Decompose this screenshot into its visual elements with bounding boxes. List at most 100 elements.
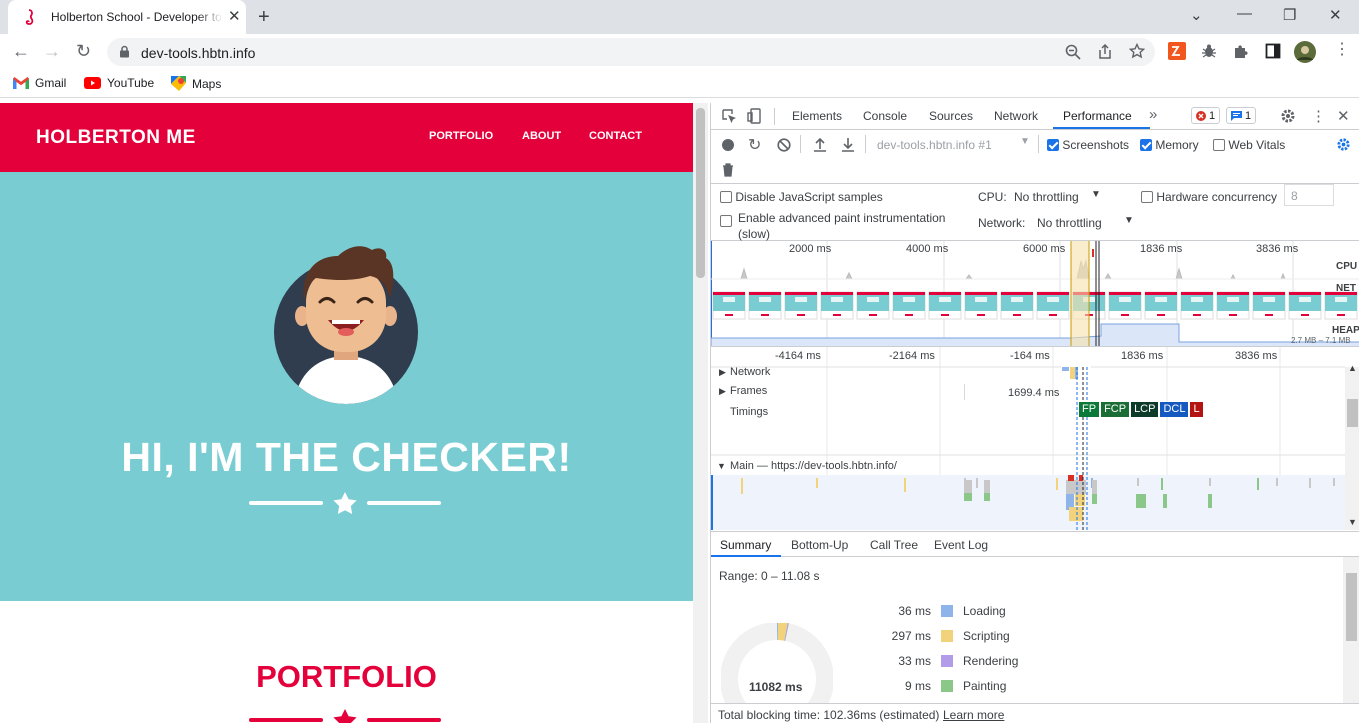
bookmark-maps[interactable]: Maps <box>171 76 221 91</box>
learn-more-link[interactable]: Learn more <box>943 708 1004 722</box>
close-window-icon[interactable]: ✕ <box>1329 6 1342 24</box>
frames-track-expand-icon[interactable]: ▶ <box>719 386 726 397</box>
back-icon[interactable]: ← <box>12 42 30 60</box>
recording-select[interactable]: dev-tools.hbtn.info #1 <box>877 138 992 152</box>
flame-task[interactable] <box>1209 478 1211 486</box>
capture-settings-icon[interactable] <box>1336 137 1351 152</box>
tab-network[interactable]: Network <box>994 109 1038 123</box>
load-marker[interactable]: L <box>1190 402 1203 417</box>
garbage-collect-icon[interactable] <box>722 163 734 177</box>
nav-portfolio-link[interactable]: PORTFOLIO <box>429 130 493 142</box>
forward-icon[interactable]: → <box>43 42 61 60</box>
message-count-badge[interactable]: 1 <box>1226 107 1257 124</box>
tab-summary[interactable]: Summary <box>720 538 771 552</box>
load-profile-icon[interactable] <box>813 137 827 152</box>
reload-record-icon[interactable]: ↻ <box>748 135 761 155</box>
browser-tab[interactable]: Holberton School - Developer tools ✕ <box>8 0 246 34</box>
network-dropdown-icon[interactable]: ▼ <box>1124 215 1134 226</box>
main-track-collapse-icon[interactable]: ▼ <box>717 461 726 471</box>
minimize-icon[interactable]: — <box>1237 5 1252 22</box>
more-tabs-chevron-icon[interactable]: » <box>1149 106 1157 123</box>
scroll-up-icon[interactable]: ▲ <box>1348 363 1357 373</box>
flame-task[interactable] <box>964 493 972 501</box>
disable-js-samples-checkbox[interactable]: Disable JavaScript samples <box>720 190 883 204</box>
long-task-warning[interactable] <box>1068 475 1074 481</box>
cpu-throttling-select[interactable]: No throttling <box>1014 190 1079 204</box>
flame-task[interactable] <box>1163 494 1167 508</box>
flame-task[interactable] <box>904 478 906 492</box>
nav-contact-link[interactable]: CONTACT <box>589 130 642 142</box>
tab-sources[interactable]: Sources <box>929 109 973 123</box>
devtools-settings-icon[interactable] <box>1280 108 1296 124</box>
flame-task[interactable] <box>1092 480 1097 496</box>
hardware-concurrency-input[interactable]: 8 <box>1284 184 1334 206</box>
bug-extension-icon[interactable] <box>1201 43 1217 59</box>
flame-task[interactable] <box>1136 494 1146 508</box>
timeline-overview[interactable]: 2000 ms 4000 ms 6000 ms 1836 ms 3836 ms … <box>711 241 1359 347</box>
save-profile-icon[interactable] <box>841 137 855 152</box>
flame-task[interactable] <box>1276 478 1278 486</box>
devtools-menu-icon[interactable]: ⋮ <box>1311 107 1326 125</box>
restore-icon[interactable]: ❐ <box>1283 6 1296 24</box>
flame-task[interactable] <box>976 478 978 488</box>
nav-about-link[interactable]: ABOUT <box>522 130 561 142</box>
new-tab-button[interactable]: + <box>258 6 270 29</box>
tab-bottom-up[interactable]: Bottom-Up <box>791 538 848 552</box>
tab-console[interactable]: Console <box>863 109 907 123</box>
advanced-paint-checkbox[interactable] <box>720 214 732 228</box>
tab-event-log[interactable]: Event Log <box>934 538 988 552</box>
frames-track-label[interactable]: Frames <box>730 385 767 397</box>
close-devtools-icon[interactable]: ✕ <box>1337 107 1350 125</box>
lcp-marker[interactable]: LCP <box>1131 402 1159 417</box>
error-count-badge[interactable]: 1 <box>1191 107 1221 124</box>
long-task-warning[interactable] <box>1079 475 1083 481</box>
extensions-puzzle-icon[interactable] <box>1233 43 1249 59</box>
device-toolbar-icon[interactable] <box>747 108 763 124</box>
flame-task[interactable] <box>1257 478 1259 490</box>
lock-icon[interactable] <box>119 45 130 58</box>
flame-task[interactable] <box>1208 494 1212 508</box>
clear-icon[interactable] <box>777 138 791 152</box>
summary-scrollbar[interactable] <box>1343 557 1359 703</box>
hardware-concurrency-checkbox[interactable]: Hardware concurrency <box>1141 190 1277 204</box>
address-bar[interactable]: dev-tools.hbtn.info <box>107 38 1155 66</box>
screenshots-checkbox[interactable]: Screenshots <box>1047 138 1129 152</box>
network-throttling-select[interactable]: No throttling <box>1037 216 1102 230</box>
flame-task[interactable] <box>1333 478 1335 486</box>
flame-task[interactable] <box>1309 478 1311 488</box>
chrome-menu-icon[interactable]: ⋮ <box>1334 42 1350 58</box>
memory-checkbox[interactable]: Memory <box>1140 138 1199 152</box>
tab-performance[interactable]: Performance <box>1063 109 1132 123</box>
extension-orange-icon[interactable] <box>1168 42 1186 60</box>
cpu-dropdown-icon[interactable]: ▼ <box>1091 189 1101 200</box>
flame-task[interactable] <box>741 478 743 494</box>
flame-chart-area[interactable]: -4164 ms -2164 ms -164 ms 1836 ms 3836 m… <box>711 347 1359 530</box>
flame-task[interactable] <box>1092 494 1097 504</box>
dcl-marker[interactable]: DCL <box>1160 402 1189 417</box>
page-scrollbar[interactable] <box>693 103 708 723</box>
page-scrollbar-thumb[interactable] <box>696 108 705 278</box>
reload-icon[interactable]: ↻ <box>76 42 91 60</box>
profile-avatar-icon[interactable] <box>1294 41 1316 63</box>
flame-task[interactable] <box>816 478 818 488</box>
flame-task[interactable] <box>1056 478 1058 490</box>
flame-task[interactable] <box>1137 478 1139 486</box>
share-icon[interactable] <box>1097 44 1113 60</box>
flame-task[interactable] <box>1161 478 1163 490</box>
fp-marker[interactable]: FP <box>1079 402 1100 417</box>
summary-scrollbar-thumb[interactable] <box>1346 573 1357 641</box>
scroll-down-icon[interactable]: ▼ <box>1348 517 1357 527</box>
flame-task[interactable] <box>1069 507 1083 521</box>
bookmark-gmail[interactable]: Gmail <box>13 76 66 90</box>
flame-task[interactable] <box>984 493 990 501</box>
fcp-marker[interactable]: FCP <box>1101 402 1130 417</box>
web-vitals-checkbox[interactable]: Web Vitals <box>1213 138 1285 152</box>
tab-search-chevron-icon[interactable]: ⌄ <box>1190 6 1203 24</box>
close-tab-icon[interactable]: ✕ <box>228 9 241 24</box>
record-icon[interactable] <box>722 139 734 151</box>
main-track-label[interactable]: Main — https://dev-tools.hbtn.info/ <box>730 460 897 472</box>
zoom-icon[interactable] <box>1065 44 1081 60</box>
inspect-element-icon[interactable] <box>721 108 737 124</box>
site-brand[interactable]: HOLBERTON ME <box>36 127 196 149</box>
tab-call-tree[interactable]: Call Tree <box>870 538 918 552</box>
